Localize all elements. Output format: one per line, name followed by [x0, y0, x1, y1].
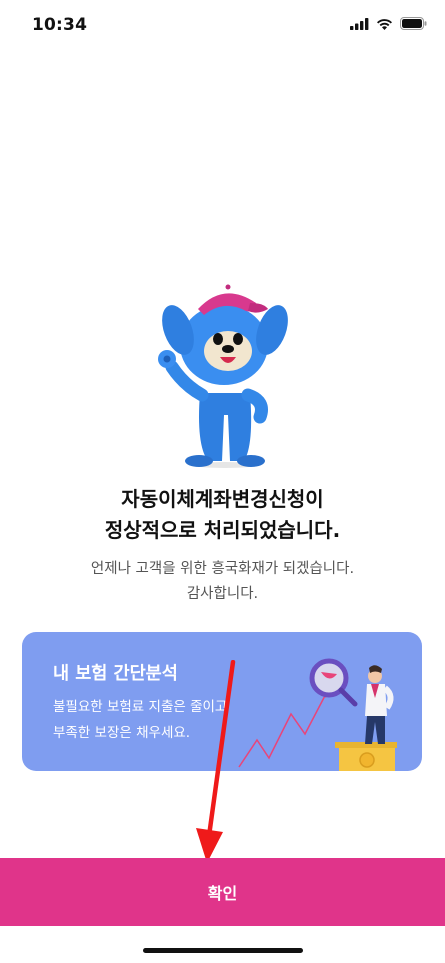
analysis-illustration [238, 658, 397, 771]
title-line-2: 정상적으로 처리되었습니다. [104, 518, 341, 542]
banner-desc-line-1: 불필요한 보험료 지출은 줄이고 [53, 699, 228, 715]
banner-description: 불필요한 보험료 지출은 줄이고 부족한 보장은 채우세요. [53, 694, 227, 746]
title-line-1: 자동이체계좌변경신청이 [121, 487, 324, 511]
banner-desc-line-2: 부족한 보장은 채우세요. [53, 725, 191, 741]
completion-subtitle: 언제나 고객을 위한 흥국화재가 되겠습니다. 감사합니다. [0, 557, 445, 607]
completion-title: 자동이체계좌변경신청이 정상적으로 처리되었습니다. [0, 484, 445, 546]
insurance-analysis-banner[interactable]: 내 보험 간단분석 불필요한 보험료 지출은 줄이고 부족한 보장은 채우세요. [22, 632, 422, 771]
mascot-image [158, 284, 288, 468]
battery-icon [400, 17, 427, 30]
status-time: 10:34 [32, 15, 88, 35]
banner-title: 내 보험 간단분석 [53, 664, 178, 684]
status-icons [350, 17, 427, 30]
confirm-button[interactable]: 확인 [0, 858, 445, 926]
home-indicator [143, 948, 303, 953]
status-bar: 10:34 [0, 0, 445, 54]
subtitle-line-1: 언제나 고객을 위한 흥국화재가 되겠습니다. [90, 561, 355, 577]
signal-icon [350, 17, 369, 30]
wifi-icon [377, 18, 392, 30]
subtitle-line-2: 감사합니다. [186, 586, 259, 602]
